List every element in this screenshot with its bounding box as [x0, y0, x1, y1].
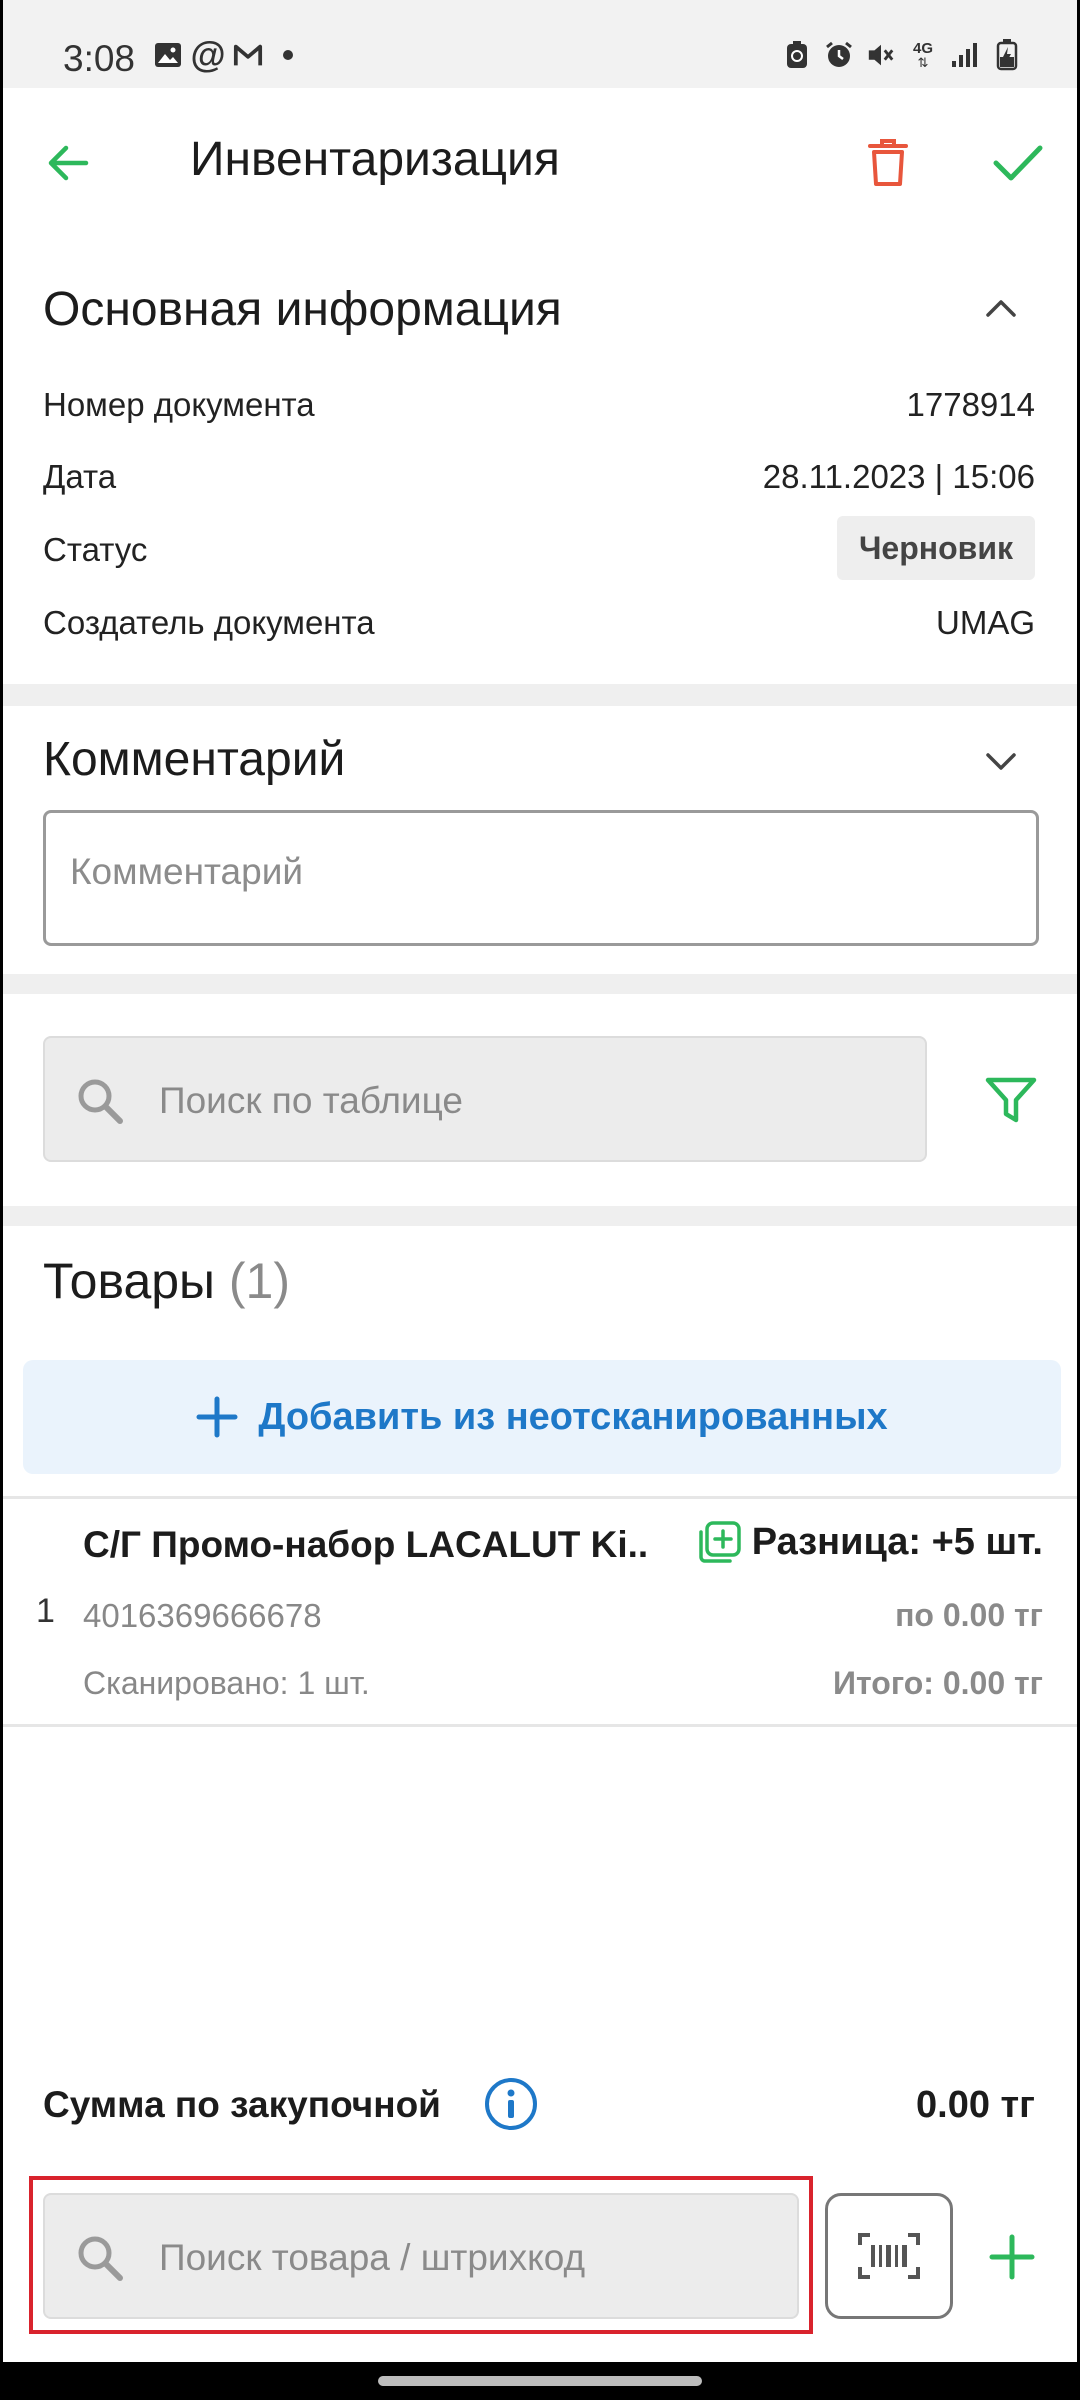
system-nav-bar — [0, 2362, 1080, 2400]
network-type-label: 4G — [912, 40, 933, 57]
collapse-main-info-button[interactable] — [977, 284, 1025, 332]
notification-icons: @ — [153, 34, 303, 75]
purchase-sum-label: Сумма по закупочной — [43, 2084, 441, 2125]
status-time: 3:08 — [63, 38, 136, 79]
scan-barcode-button[interactable] — [825, 2193, 953, 2319]
product-search-input[interactable]: Поиск товара / штрихкод — [43, 2193, 799, 2319]
section-divider — [3, 974, 1077, 994]
comment-title: Комментарий — [43, 733, 346, 786]
item-index: 1 — [36, 1592, 55, 1630]
network-4g-icon: 4G ⇅ — [912, 40, 933, 70]
filter-button[interactable] — [978, 1068, 1044, 1134]
save-button[interactable] — [978, 126, 1058, 200]
home-gesture-handle[interactable] — [378, 2376, 702, 2386]
item-total: Итого: 0.00 тг — [833, 1665, 1043, 1701]
table-search-placeholder: Поиск по таблице — [159, 1080, 463, 1121]
product-search-placeholder: Поиск товара / штрихкод — [159, 2237, 586, 2278]
plus-icon — [989, 2234, 1035, 2280]
comment-input[interactable]: Комментарий — [43, 810, 1039, 946]
system-icons: 4G ⇅ — [782, 39, 1022, 71]
battery-charging-icon — [992, 39, 1022, 71]
add-from-unscanned-button[interactable]: Добавить из неотсканированных — [23, 1360, 1061, 1474]
gallery-icon — [153, 40, 183, 70]
doc-number-value: 1778914 — [906, 386, 1035, 423]
at-sign-icon: @ — [190, 34, 226, 75]
gmail-icon — [233, 40, 263, 70]
date-label: Дата — [43, 458, 117, 495]
item-scanned-count: Сканировано: 1 шт. — [83, 1665, 370, 1701]
barcode-scanner-icon — [858, 2233, 920, 2279]
alarm-icon — [824, 40, 854, 70]
creator-label: Создатель документа — [43, 604, 375, 641]
app-screen: 3:08 @ 4G ⇅ Инвентаризация Основная инфо… — [3, 0, 1077, 2362]
add-product-button[interactable] — [977, 2222, 1047, 2292]
comment-placeholder: Комментарий — [70, 851, 304, 892]
section-divider — [3, 684, 1077, 706]
goods-title-label: Товары — [43, 1253, 215, 1309]
mute-icon — [866, 40, 896, 70]
creator-value: UMAG — [936, 604, 1035, 641]
add-from-unscanned-label: Добавить из неотсканированных — [258, 1395, 888, 1438]
doc-number-label: Номер документа — [43, 386, 315, 423]
item-difference-text: Разница: +5 шт. — [751, 1520, 1043, 1563]
chevron-down-icon — [986, 753, 1016, 770]
signal-icon — [950, 40, 980, 70]
row-separator — [3, 1496, 1077, 1499]
item-barcode: 4016369666678 — [83, 1597, 322, 1634]
section-divider — [3, 1206, 1077, 1226]
arrow-left-icon — [48, 145, 89, 181]
page-title: Инвентаризация — [190, 133, 560, 186]
chevron-up-icon — [986, 300, 1016, 317]
date-value: 28.11.2023 | 15:06 — [762, 458, 1035, 495]
plus-icon — [196, 1396, 238, 1438]
status-badge: Черновик — [836, 516, 1035, 580]
filter-icon — [985, 1077, 1037, 1123]
main-info-title: Основная информация — [43, 283, 562, 336]
info-icon[interactable] — [483, 2076, 539, 2132]
battery-saver-icon — [782, 40, 812, 70]
table-search-input[interactable]: Поиск по таблице — [43, 1036, 927, 1162]
goods-count: (1) — [228, 1253, 291, 1309]
delete-button[interactable] — [853, 126, 923, 200]
search-icon — [78, 2236, 123, 2281]
item-price: по 0.00 тг — [895, 1597, 1043, 1633]
more-notifications-dot-icon — [273, 40, 303, 70]
difference-plus-icon — [699, 1521, 741, 1563]
trash-icon — [868, 139, 908, 186]
item-name: С/Г Промо-набор LACALUT Ki.. — [83, 1524, 649, 1565]
goods-title: Товары (1) — [43, 1252, 290, 1310]
search-icon — [78, 1079, 123, 1124]
purchase-sum-value: 0.00 тг — [916, 2084, 1035, 2126]
item-difference: Разница: +5 шт. — [698, 1520, 1043, 1564]
status-label: Статус — [43, 531, 148, 568]
back-button[interactable] — [33, 128, 103, 198]
status-bar: 3:08 @ 4G ⇅ — [3, 0, 1077, 88]
checkmark-icon — [993, 145, 1043, 181]
expand-comment-button[interactable] — [977, 738, 1025, 786]
app-bar: Инвентаризация — [3, 88, 1077, 233]
row-separator — [3, 1724, 1077, 1727]
